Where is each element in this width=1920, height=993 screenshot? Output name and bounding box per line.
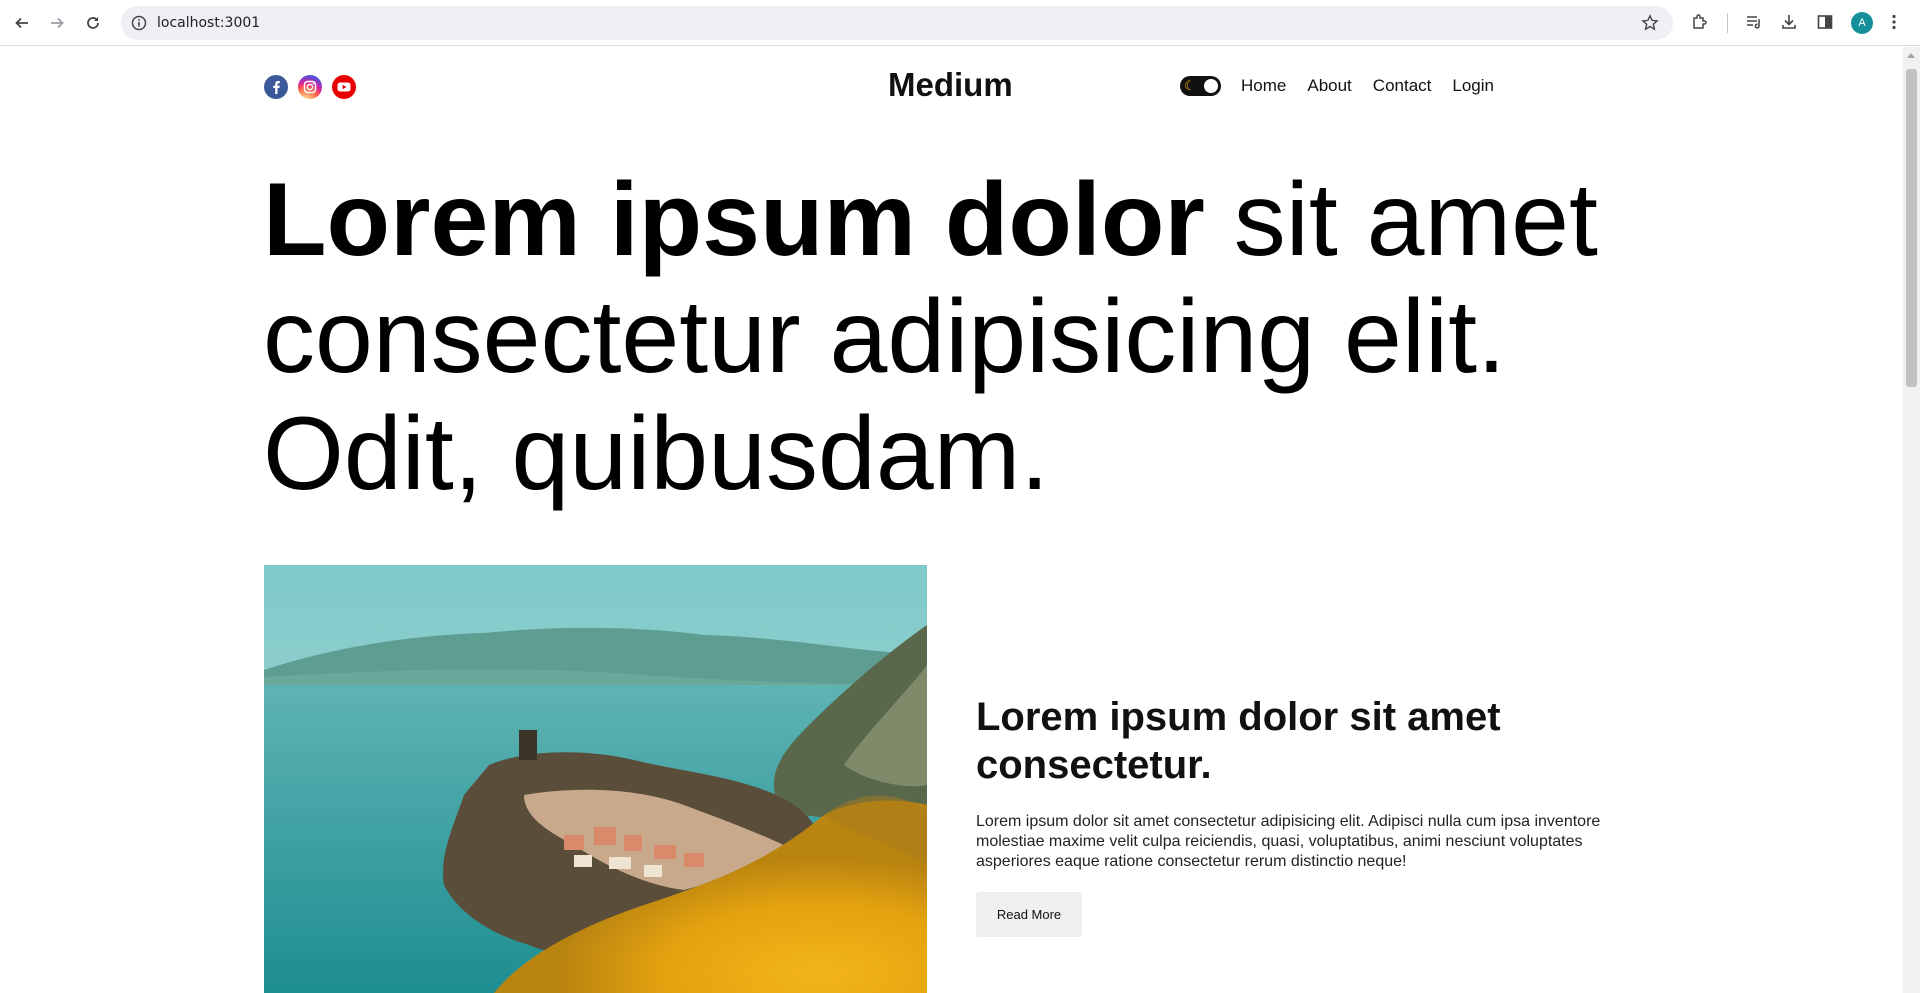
bookmark-star-icon[interactable] bbox=[1641, 14, 1659, 32]
nav-about-link[interactable]: About bbox=[1307, 76, 1351, 96]
toggle-knob bbox=[1204, 79, 1218, 93]
nav-home-link[interactable]: Home bbox=[1241, 76, 1286, 96]
moon-icon: ☾ bbox=[1184, 78, 1196, 93]
scroll-up-arrow-icon[interactable] bbox=[1907, 53, 1915, 58]
browser-toolbar: localhost:3001 A bbox=[0, 0, 1920, 46]
profile-avatar[interactable]: A bbox=[1851, 12, 1873, 34]
social-links bbox=[264, 75, 356, 99]
menu-dots-icon[interactable] bbox=[1884, 12, 1904, 32]
facebook-icon[interactable] bbox=[264, 75, 288, 99]
nav-login-link[interactable]: Login bbox=[1452, 76, 1494, 96]
arrow-left-icon bbox=[15, 17, 28, 29]
youtube-icon[interactable] bbox=[332, 75, 356, 99]
read-more-button[interactable]: Read More bbox=[976, 892, 1082, 937]
download-icon[interactable] bbox=[1779, 12, 1799, 32]
site-logo[interactable]: Medium bbox=[888, 66, 1013, 104]
side-panel-icon[interactable] bbox=[1815, 12, 1835, 32]
media-queue-icon[interactable] bbox=[1744, 12, 1764, 32]
forward-button[interactable] bbox=[45, 11, 69, 35]
featured-post-image bbox=[264, 565, 927, 993]
theme-toggle[interactable]: ☾ bbox=[1180, 76, 1221, 96]
scroll-thumb[interactable] bbox=[1906, 69, 1917, 387]
address-bar[interactable]: localhost:3001 bbox=[121, 6, 1673, 40]
back-button[interactable] bbox=[10, 11, 34, 35]
info-icon[interactable] bbox=[131, 15, 147, 31]
coastal-village-photo bbox=[264, 565, 927, 993]
hero-heading: Lorem ipsum dolor sit amet consectetur a… bbox=[263, 162, 1663, 513]
arrow-right-icon bbox=[51, 17, 64, 29]
extensions-icon[interactable] bbox=[1690, 12, 1710, 32]
page-scrollbar[interactable] bbox=[1903, 47, 1920, 993]
hero-bold-text: Lorem ipsum dolor bbox=[263, 162, 1205, 278]
reload-icon bbox=[87, 17, 99, 29]
url-text[interactable]: localhost:3001 bbox=[157, 15, 260, 31]
instagram-icon[interactable] bbox=[298, 75, 322, 99]
featured-post-description: Lorem ipsum dolor sit amet consectetur a… bbox=[976, 813, 1601, 870]
main-navigation: ☾ Home About Contact Login bbox=[1180, 76, 1515, 96]
toolbar-divider bbox=[1727, 13, 1728, 33]
featured-post-title: Lorem ipsum dolor sit amet consectetur. bbox=[976, 695, 1501, 787]
reload-button[interactable] bbox=[81, 11, 105, 35]
nav-contact-link[interactable]: Contact bbox=[1373, 76, 1432, 96]
